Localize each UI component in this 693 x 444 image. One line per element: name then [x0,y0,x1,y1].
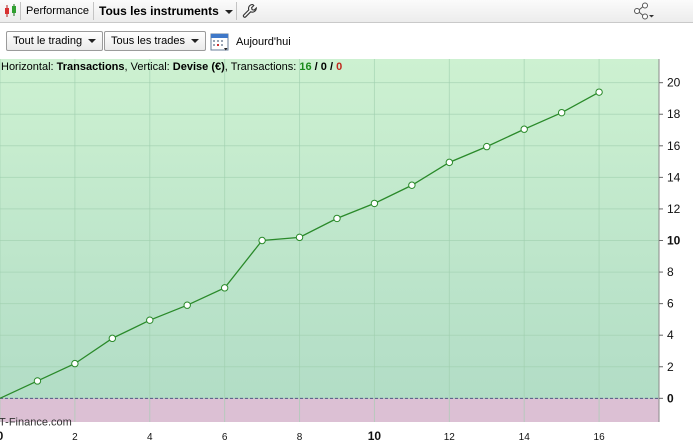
y-tick-label: 4 [667,328,674,342]
data-point [146,316,154,324]
data-point [445,158,454,167]
data-point [258,236,266,245]
chevron-down-icon [224,10,233,15]
x-axis-band [0,422,693,444]
x-tick-label: 8 [297,432,303,443]
data-point [220,284,229,292]
share-icon[interactable] [632,2,654,20]
trading-filter-dropdown[interactable]: Tout le trading [6,31,104,51]
toolbar-separator [93,2,94,20]
x-tick-label: 0 [0,429,4,443]
info-prefix: Horizontal: [1,61,57,73]
horizontal-axis-value: Transactions [56,61,125,73]
y-tick-label: 20 [667,76,681,90]
info-mid: , Vertical: [124,61,173,73]
data-point [370,199,379,208]
trading-filter-label: Tout le trading [13,35,83,47]
chart-info-bar: Horizontal: Transactions, Vertical: Devi… [1,61,342,73]
chevron-down-icon [190,39,199,44]
data-point [595,88,603,96]
data-point [295,233,304,242]
x-tick-label: 12 [444,432,456,443]
candlestick-chart-icon [5,4,16,17]
vertical-axis-value: Devise (€) [172,61,225,73]
data-point [108,334,117,343]
data-point [483,142,491,151]
filter-bar: Tout le trading Tous les trades Aujourd'… [0,23,693,59]
instruments-dropdown[interactable]: Tous les instruments [99,0,233,22]
data-point [33,377,42,385]
y-tick-label: 14 [667,170,681,184]
trades-filter-label: Tous les trades [111,35,185,47]
y-tick-label: 18 [667,107,681,121]
data-point [557,108,566,117]
slash-separator: / [326,61,337,73]
y-tick-label: 12 [667,202,681,216]
x-tick-label: 14 [519,432,531,443]
y-tick-label: 16 [667,139,681,153]
slash-separator: / [311,61,321,73]
today-button[interactable]: Aujourd'hui [236,36,291,48]
x-tick-label: 16 [594,432,606,443]
performance-tab[interactable]: Performance [26,0,89,22]
trades-filter-dropdown[interactable]: Tous les trades [104,31,206,51]
y-tick-label: 0 [667,391,674,405]
data-point [408,181,416,189]
info-count-label: , Transactions: [224,61,300,73]
data-point [333,214,341,223]
wrench-icon[interactable] [242,3,258,19]
x-tick-label: 4 [147,432,153,443]
negative-zone [0,398,659,422]
winning-trades-count: 16 [299,61,312,73]
toolbar-separator [236,2,237,20]
calendar-icon[interactable] [210,32,231,53]
y-tick-label: 8 [667,265,674,279]
chevron-down-icon [88,39,97,44]
data-point [183,301,191,309]
y-tick-label: 10 [667,234,681,248]
losing-trades-count: 0 [336,61,343,73]
toolbar-separator [20,2,21,20]
x-tick-label: 10 [368,429,382,443]
data-point [71,359,79,368]
watermark: IT-Finance.com [0,416,72,428]
y-tick-label: 2 [667,360,674,374]
x-tick-label: 2 [72,432,78,443]
x-tick-label: 6 [222,432,228,443]
top-toolbar: Performance Tous les instruments [0,0,693,23]
data-point [520,125,528,133]
equity-curve-chart: 0 2 4 6 8 10 12 14 16 18 20 0 2 4 6 8 10 12 14 16 IT-Finance… [0,59,693,444]
instruments-dropdown-label: Tous les instruments [99,4,219,18]
y-tick-label: 6 [667,297,674,311]
